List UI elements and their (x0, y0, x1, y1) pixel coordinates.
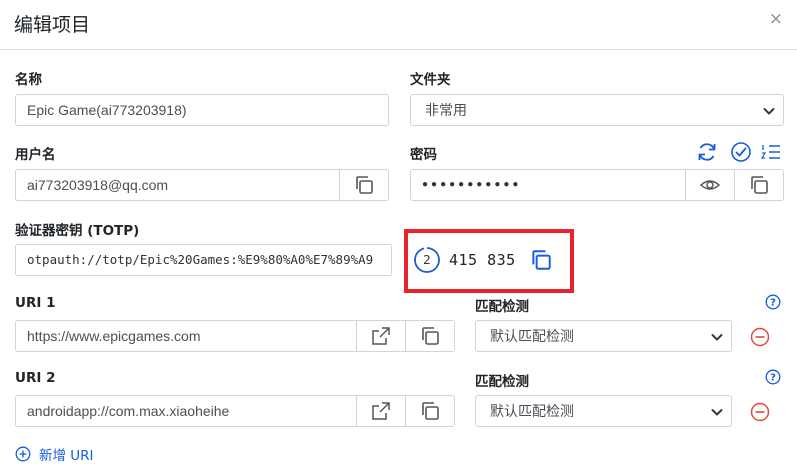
totp-code-highlight: 2 415 835 (404, 229, 574, 293)
remove-uri2-icon[interactable] (749, 401, 771, 423)
chevron-down-icon (711, 409, 723, 416)
copy-totp-icon[interactable] (529, 248, 553, 272)
launch-uri2-button[interactable] (356, 396, 405, 426)
question-circle-icon[interactable]: ? (764, 368, 782, 386)
totp-input[interactable]: otpauth://totp/Epic%20Games:%E9%80%A0%E7… (15, 244, 392, 276)
uri1-label: URI 1 (15, 295, 56, 311)
plus-circle-icon (15, 446, 31, 462)
uri1-match-label: 匹配检测 (475, 299, 529, 315)
totp-timer-value: 2 (423, 253, 431, 267)
launch-uri1-button[interactable] (356, 321, 405, 351)
list-ol-icon[interactable] (759, 140, 783, 164)
folder-label: 文件夹 (410, 72, 451, 88)
uri1-match-select[interactable]: 默认匹配检测 (475, 320, 732, 352)
svg-text:?: ? (770, 298, 776, 309)
copy-icon (422, 402, 439, 420)
uri2-input[interactable]: androidapp://com.max.xiaoheihe (16, 396, 356, 426)
external-link-icon (372, 327, 390, 345)
refresh-icon[interactable] (695, 140, 719, 164)
copy-icon (751, 176, 768, 194)
uri1-input[interactable]: https://www.epicgames.com (16, 321, 356, 351)
copy-uri1-button[interactable] (405, 321, 454, 351)
password-input[interactable]: ●●●●●●●●●●● (411, 170, 685, 200)
password-group: ●●●●●●●●●●● (410, 169, 784, 201)
copy-uri2-button[interactable] (405, 396, 454, 426)
folder-select-value: 非常用 (425, 102, 467, 118)
totp-label: 验证器密钥 (TOTP) (15, 223, 140, 239)
copy-password-button[interactable] (734, 170, 783, 200)
chevron-down-icon (763, 108, 775, 115)
name-label: 名称 (15, 72, 42, 88)
copy-icon (356, 176, 373, 194)
name-input[interactable]: Epic Game(ai773203918) (15, 94, 389, 126)
add-uri-button[interactable]: 新增 URI (15, 444, 94, 464)
username-label: 用户名 (15, 147, 56, 163)
uri2-match-value: 默认匹配检测 (490, 403, 574, 419)
username-group: ai773203918@qq.com (15, 169, 389, 201)
uri2-group: androidapp://com.max.xiaoheihe (15, 395, 455, 427)
dialog-title: 编辑项目 (14, 14, 91, 36)
question-circle-icon[interactable]: ? (764, 293, 782, 311)
add-uri-label: 新增 URI (39, 448, 94, 464)
check-circle-icon[interactable] (729, 140, 753, 164)
dialog-header: 编辑项目 × (0, 0, 797, 50)
password-label: 密码 (410, 147, 437, 163)
close-icon[interactable]: × (769, 9, 783, 29)
external-link-icon (372, 402, 390, 420)
uri2-match-select[interactable]: 默认匹配检测 (475, 395, 732, 427)
username-input[interactable]: ai773203918@qq.com (16, 170, 339, 200)
remove-uri1-icon[interactable] (749, 326, 771, 348)
svg-text:?: ? (770, 373, 776, 384)
toggle-password-button[interactable] (685, 170, 734, 200)
uri1-group: https://www.epicgames.com (15, 320, 455, 352)
folder-select[interactable]: 非常用 (410, 94, 784, 126)
uri2-match-label: 匹配检测 (475, 374, 529, 390)
chevron-down-icon (711, 334, 723, 341)
uri1-match-value: 默认匹配检测 (490, 328, 574, 344)
totp-code: 415 835 (449, 251, 516, 269)
copy-icon (422, 327, 439, 345)
copy-username-button[interactable] (339, 170, 388, 200)
eye-icon (699, 180, 721, 190)
uri2-label: URI 2 (15, 370, 56, 386)
